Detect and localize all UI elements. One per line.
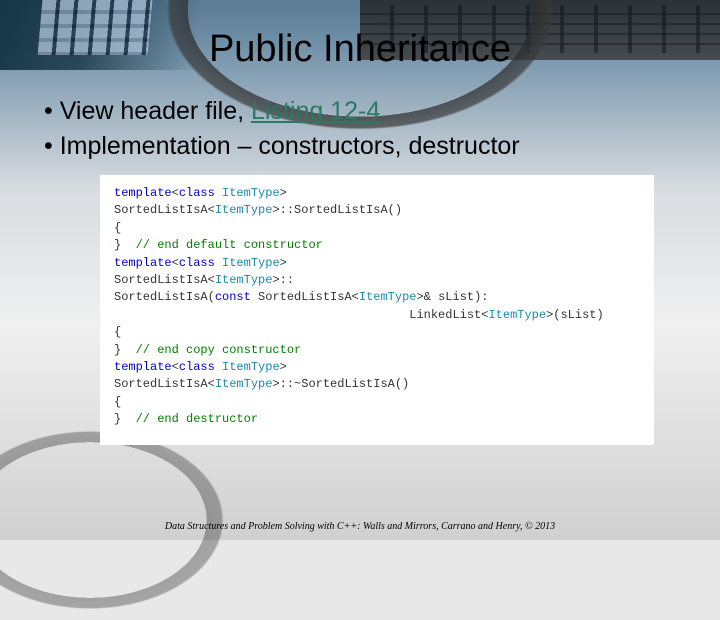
bullet-2: Implementation – constructors, destructo… — [44, 132, 682, 161]
bullet-1: View header file, Listing 12-4 — [44, 97, 682, 126]
bullet-1-text: View header file, — [60, 97, 251, 125]
slide-title: Public Inheritance — [38, 28, 682, 71]
listing-link[interactable]: Listing 12-4 — [251, 97, 380, 125]
code-kw: template — [114, 186, 172, 200]
footer-citation: Data Structures and Problem Solving with… — [0, 521, 720, 532]
bullet-list: View header file, Listing 12-4 Implement… — [44, 97, 682, 161]
slide-content: Public Inheritance View header file, Lis… — [0, 0, 720, 540]
code-listing: template<class ItemType> SortedListIsA<I… — [100, 175, 654, 445]
